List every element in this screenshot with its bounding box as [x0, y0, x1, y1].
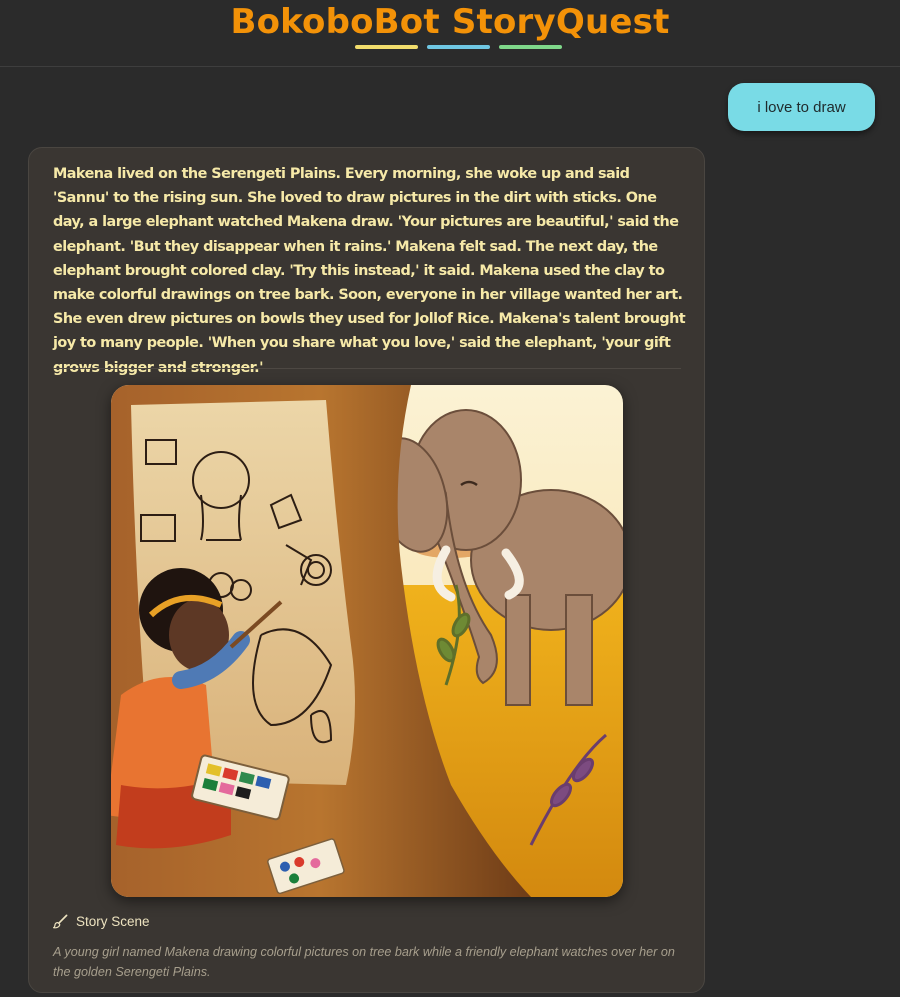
- story-message-card: Makena lived on the Serengeti Plains. Ev…: [28, 147, 705, 993]
- app-title: BokoboBot StoryQuest: [230, 2, 670, 42]
- scene-caption: A young girl named Makena drawing colorf…: [53, 945, 675, 979]
- title-accent-bars: [355, 45, 562, 49]
- user-message-text: i love to draw: [757, 98, 846, 116]
- accent-bar-green: [499, 45, 562, 49]
- accent-bar-blue: [427, 45, 490, 49]
- app-header: BokoboBot StoryQuest: [0, 0, 900, 67]
- scene-label: Story Scene: [76, 914, 150, 929]
- story-text: Makena lived on the Serengeti Plains. Ev…: [53, 166, 686, 376]
- story-scene-image: [111, 385, 623, 897]
- scene-label-row: Story Scene: [53, 914, 150, 929]
- paintbrush-icon: [53, 914, 68, 929]
- user-message-bubble: i love to draw: [728, 83, 875, 131]
- accent-bar-yellow: [355, 45, 418, 49]
- story-divider: [53, 368, 681, 369]
